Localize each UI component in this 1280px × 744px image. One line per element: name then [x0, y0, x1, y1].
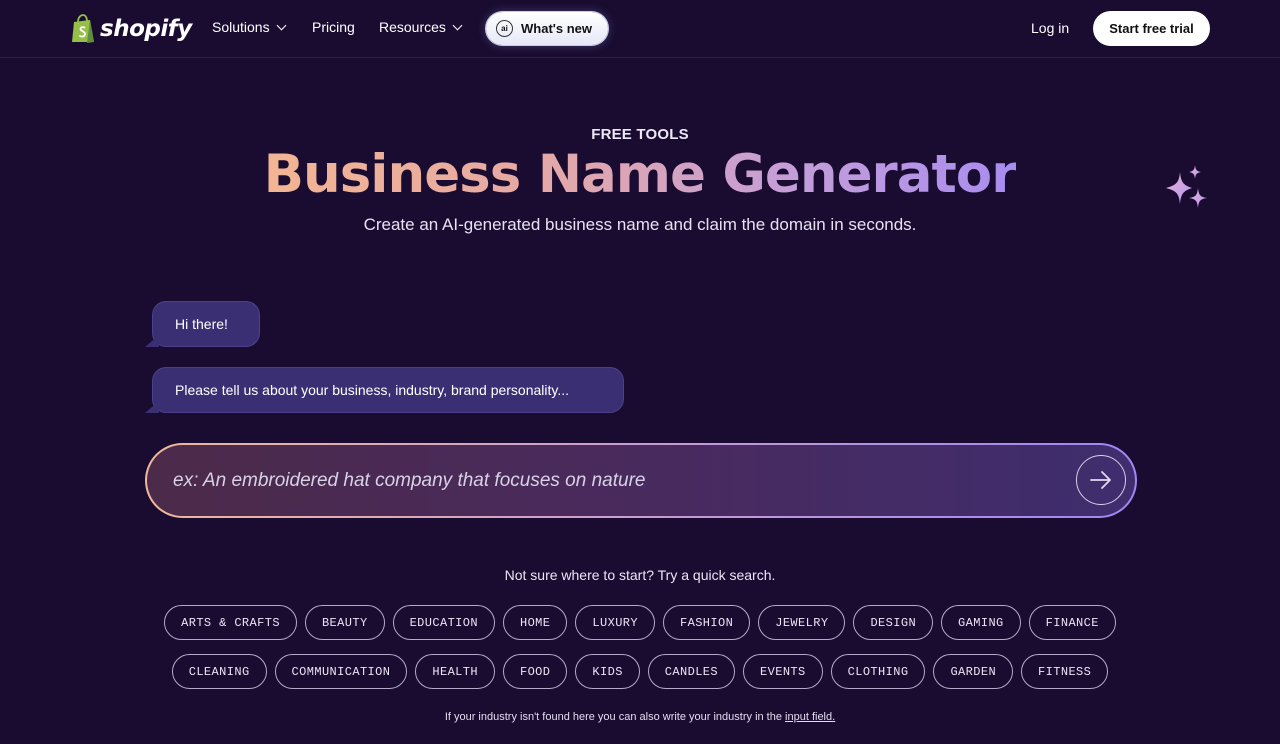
sparkles-icon: [1166, 165, 1207, 208]
quick-search-hint: Not sure where to start? Try a quick sea…: [504, 567, 776, 583]
page-subtitle: Create an AI-generated business name and…: [363, 215, 917, 234]
quick-search-row-2: CLEANING COMMUNICATION HEALTH FOOD KIDS …: [0, 654, 1280, 689]
submit-button[interactable]: [1076, 455, 1126, 505]
page: shopify Solutions Pricing Resources ai W…: [0, 0, 1280, 744]
chip-fitness[interactable]: FITNESS: [1021, 654, 1109, 689]
chip-events[interactable]: EVENTS: [743, 654, 823, 689]
footnote: If your industry isn't found here you ca…: [0, 711, 1280, 723]
shopify-logo[interactable]: shopify: [70, 12, 192, 46]
chip-education[interactable]: EDUCATION: [392, 605, 495, 640]
business-description-input[interactable]: [173, 445, 1053, 516]
chip-luxury[interactable]: LUXURY: [575, 605, 655, 640]
chat-bubble-prompt: Please tell us about your business, indu…: [145, 367, 624, 413]
chat-greeting-text: Hi there!: [175, 316, 228, 332]
chevron-down-icon: [452, 20, 463, 30]
chip-jewelry[interactable]: JEWELRY: [758, 605, 846, 640]
whats-new-label: What's new: [521, 21, 592, 36]
page-title-text: Business Name Generator: [263, 144, 1018, 205]
nav-pricing[interactable]: Pricing: [312, 19, 355, 35]
nav-resources[interactable]: Resources: [379, 19, 463, 35]
input-field-link[interactable]: input field.: [785, 711, 835, 723]
top-nav: shopify Solutions Pricing Resources ai W…: [0, 0, 1280, 58]
chip-fashion[interactable]: FASHION: [663, 605, 751, 640]
business-description-field: [145, 443, 1137, 518]
arrow-right-icon: [1090, 471, 1111, 489]
nav-resources-label: Resources: [379, 19, 446, 35]
chip-gaming[interactable]: GAMING: [941, 605, 1021, 640]
chip-home[interactable]: HOME: [502, 605, 568, 640]
start-free-trial-button[interactable]: Start free trial: [1093, 11, 1210, 46]
chip-finance[interactable]: FINANCE: [1028, 605, 1116, 640]
chip-health[interactable]: HEALTH: [415, 654, 495, 689]
quick-search-row-1: ARTS & CRAFTS BEAUTY EDUCATION HOME LUXU…: [0, 605, 1280, 640]
ai-badge-icon: ai: [496, 20, 513, 37]
whats-new-button[interactable]: ai What's new: [486, 12, 608, 45]
eyebrow-label: FREE TOOLS: [591, 126, 689, 143]
nav-solutions-label: Solutions: [212, 19, 270, 35]
shopping-bag-icon: [72, 14, 94, 43]
chip-beauty[interactable]: BEAUTY: [304, 605, 385, 640]
business-description-field-inner: [147, 445, 1135, 516]
chip-cleaning[interactable]: CLEANING: [171, 654, 267, 689]
chat-prompt-text: Please tell us about your business, indu…: [175, 382, 570, 398]
chip-garden[interactable]: GARDEN: [933, 654, 1014, 689]
chip-arts-crafts[interactable]: ARTS & CRAFTS: [164, 605, 297, 640]
chip-kids[interactable]: KIDS: [575, 654, 640, 689]
login-link[interactable]: Log in: [1031, 20, 1069, 36]
logo-text: shopify: [100, 16, 192, 42]
chat-bubble-greeting: Hi there!: [145, 301, 260, 347]
chevron-down-icon: [276, 20, 287, 30]
chip-communication[interactable]: COMMUNICATION: [274, 654, 408, 689]
chip-clothing[interactable]: CLOTHING: [830, 654, 926, 689]
footnote-text: If your industry isn't found here you ca…: [444, 711, 786, 723]
chip-food[interactable]: FOOD: [502, 654, 568, 689]
nav-pricing-label: Pricing: [312, 19, 355, 35]
nav-solutions[interactable]: Solutions: [212, 19, 287, 35]
page-title: Business Name Generator: [0, 143, 1280, 207]
chip-design[interactable]: DESIGN: [853, 605, 934, 640]
chip-candles[interactable]: CANDLES: [647, 654, 736, 689]
